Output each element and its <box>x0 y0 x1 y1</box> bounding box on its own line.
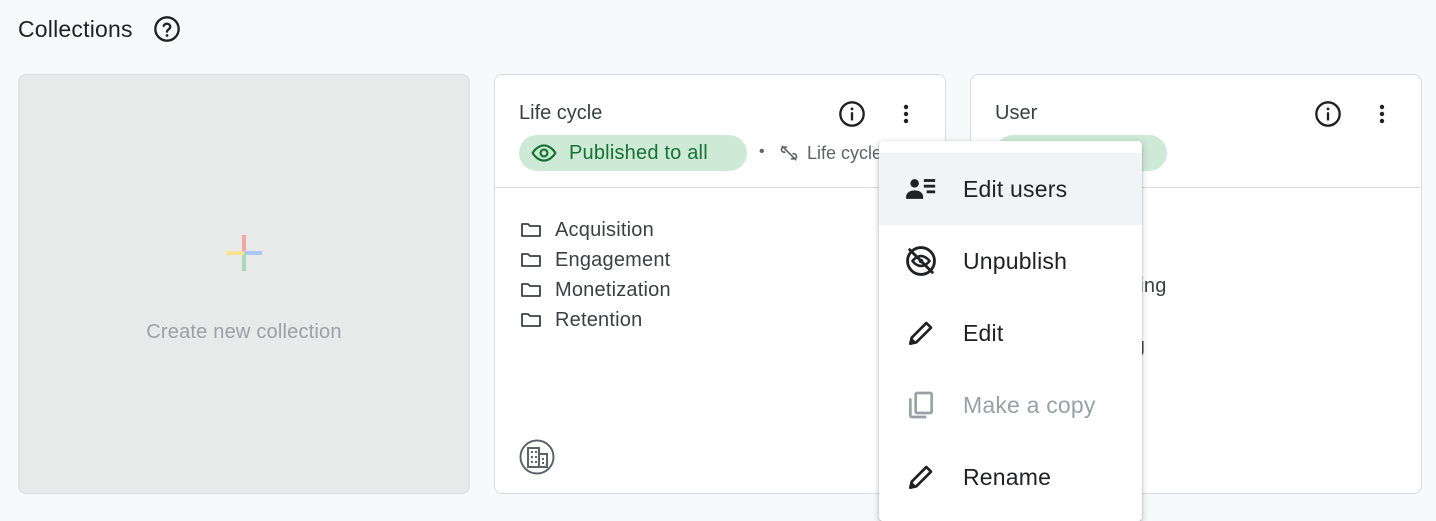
folder-item-retention[interactable]: Retention <box>519 305 671 335</box>
menu-item-edit[interactable]: Edit <box>879 297 1142 369</box>
folder-item-monetization[interactable]: Monetization <box>519 275 671 305</box>
card-divider <box>495 187 945 188</box>
more-vert-icon[interactable] <box>1367 99 1397 129</box>
folder-item-engagement[interactable]: Engagement <box>519 245 671 275</box>
menu-item-label: Rename <box>963 463 1052 490</box>
status-badge: Published to all <box>519 135 747 171</box>
folder-item-acquisition[interactable]: Acquisition <box>519 215 671 245</box>
linked-collection-label[interactable]: Life cycle <box>807 143 882 164</box>
folder-icon <box>521 313 541 327</box>
organization-icon <box>519 439 555 475</box>
menu-item-label: Unpublish <box>963 247 1068 274</box>
folder-icon <box>521 253 541 267</box>
copy-icon <box>903 387 939 423</box>
unpublish-icon <box>903 243 939 279</box>
menu-item-label: Make a copy <box>963 391 1096 418</box>
link-off-icon <box>780 145 798 161</box>
folder-label: Engagement <box>555 248 671 271</box>
create-collection-card[interactable]: Create new collection <box>18 74 470 494</box>
context-menu: Edit users Unpublish Edit Make a copy Re… <box>879 141 1142 521</box>
menu-item-edit-users[interactable]: Edit users <box>879 153 1142 225</box>
info-icon[interactable] <box>1313 99 1343 129</box>
more-vert-icon[interactable] <box>891 99 921 129</box>
folder-icon <box>521 223 541 237</box>
folder-label: Retention <box>555 308 643 331</box>
page-title: Collections <box>18 15 133 42</box>
folder-icon <box>521 283 541 297</box>
page-header: Collections <box>18 12 181 46</box>
folder-label: Acquisition <box>555 218 654 241</box>
collection-title: Life cycle <box>519 102 603 124</box>
folder-list: Acquisition Engagement Monetization Rete… <box>519 215 671 335</box>
menu-item-make-a-copy[interactable]: Make a copy <box>879 369 1142 441</box>
collection-title: User <box>995 102 1038 124</box>
create-collection-label: Create new collection <box>146 321 342 343</box>
status-label: Published to all <box>569 141 708 164</box>
menu-item-label: Edit users <box>963 175 1068 202</box>
help-icon[interactable] <box>153 15 181 43</box>
plus-icon <box>226 235 262 271</box>
menu-item-unpublish[interactable]: Unpublish <box>879 225 1142 297</box>
menu-item-label: Edit <box>963 319 1004 346</box>
manage-accounts-icon <box>903 171 939 207</box>
menu-item-rename[interactable]: Rename <box>879 441 1142 513</box>
info-icon[interactable] <box>837 99 867 129</box>
pencil-icon <box>903 459 939 495</box>
pencil-icon <box>903 315 939 351</box>
separator-dot: • <box>759 143 765 160</box>
folder-label: Monetization <box>555 278 671 301</box>
eye-icon <box>531 144 557 162</box>
